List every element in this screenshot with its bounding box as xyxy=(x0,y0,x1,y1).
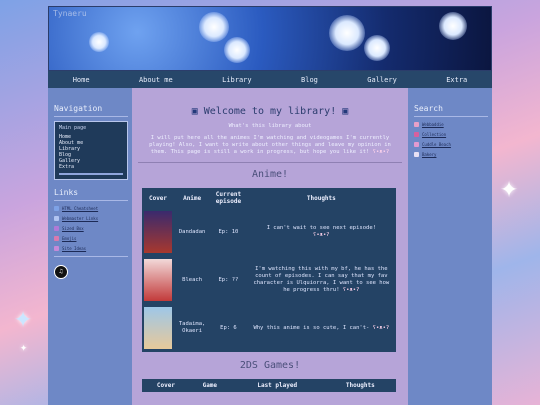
blossom-decoration xyxy=(89,32,109,52)
anime-episode: Ep: 10 xyxy=(218,228,239,235)
bow-icon xyxy=(414,132,419,137)
header-last-played: Last played xyxy=(257,382,298,389)
nav-gallery[interactable]: Gallery xyxy=(367,76,397,84)
globe-icon xyxy=(54,216,59,221)
link-html-cheatsheet[interactable]: HTML Cheatsheet xyxy=(54,206,128,211)
anime-cover-image xyxy=(144,211,172,253)
site-container: Tynaeru Home About me Library Blog Galle… xyxy=(48,6,492,405)
bear-icon: ʕ•ᴥ•ʔ xyxy=(313,232,330,238)
link-bakery[interactable]: Bakery xyxy=(414,152,488,157)
header-cover: Cover xyxy=(148,194,168,202)
anime-thoughts: I'm watching this with my bf, he has the… xyxy=(253,266,390,293)
navigation-box: Main page Home About me Library Blog Gal… xyxy=(54,121,128,180)
anime-table: Cover Anime Current episode Thoughts Dan… xyxy=(142,188,396,352)
gem-icon xyxy=(54,226,59,231)
header-episode: Current episode xyxy=(215,191,242,205)
header-banner: Tynaeru xyxy=(48,6,492,71)
search-heading: Search xyxy=(414,104,443,113)
site-name: Tynaeru xyxy=(53,9,87,18)
navbox-title: Main page xyxy=(59,125,87,131)
nav-home[interactable]: Home xyxy=(73,76,90,84)
anime-thoughts: Why this anime is so cute, I can't- ʕ•ᴥ•… xyxy=(253,324,390,331)
link-sized-box[interactable]: Sized Box xyxy=(54,226,128,231)
anime-name: Bleach xyxy=(182,276,203,283)
blossom-decoration xyxy=(329,15,365,51)
sparkle-icon: ✦ xyxy=(500,170,519,205)
nav-extra[interactable]: Extra xyxy=(446,76,467,84)
intro-text: I will put here all the animes I'm watch… xyxy=(149,135,391,155)
page-title: ▣ Welcome to my library! ▣ xyxy=(191,106,349,117)
sparkle-icon: ✦ xyxy=(20,340,28,354)
links-heading: Links xyxy=(54,188,79,197)
anime-thoughts: I can't wait to see next episode! ʕ•ᴥ•ʔ xyxy=(266,225,376,238)
anime-name: Dandadan xyxy=(178,228,206,235)
anime-cover-image xyxy=(144,307,172,349)
header-game: Game xyxy=(202,382,218,389)
anime-cover-image xyxy=(144,259,172,301)
navbox-item[interactable]: Extra xyxy=(59,164,123,170)
blossom-decoration xyxy=(364,35,390,61)
sparkle-icon: ✦ xyxy=(14,300,33,335)
sparkle-icon: ▣ xyxy=(342,106,349,117)
shell-icon xyxy=(414,142,419,147)
heart-icon xyxy=(54,236,59,241)
header-thoughts: Thoughts xyxy=(306,194,336,202)
page-subtitle: What's this library about xyxy=(228,123,312,129)
table-row: Dandadan Ep: 10 I can't wait to see next… xyxy=(142,208,396,256)
link-collection[interactable]: Collection xyxy=(414,132,488,137)
top-nav: Home About me Library Blog Gallery Extra xyxy=(48,71,492,89)
table-header-row: Cover Anime Current episode Thoughts xyxy=(142,188,396,208)
anime-episode: Ep: ?? xyxy=(218,276,239,283)
nav-about[interactable]: About me xyxy=(139,76,173,84)
bulb-icon xyxy=(54,246,59,251)
blossom-decoration xyxy=(439,12,467,40)
bear-icon: ʕ•ᴥ•ʔ xyxy=(372,324,390,331)
header-anime: Anime xyxy=(183,194,202,202)
music-button[interactable]: ♫ xyxy=(54,265,68,279)
games-heading: 2DS Games! xyxy=(239,360,301,371)
nav-library[interactable]: Library xyxy=(222,76,252,84)
link-webbaddie[interactable]: Webbaddie xyxy=(414,122,488,127)
games-table: Cover Game Last played Thoughts xyxy=(142,379,396,392)
table-header-row: Cover Game Last played Thoughts xyxy=(142,379,396,392)
anime-episode: Ep: 6 xyxy=(220,324,237,331)
table-row: Bleach Ep: ?? I'm watching this with my … xyxy=(142,256,396,304)
blossom-decoration xyxy=(224,37,250,63)
bear-icon: ʕ•ᴥ•ʔ xyxy=(342,287,360,293)
blossom-decoration xyxy=(199,12,229,42)
cursor-icon xyxy=(414,122,419,127)
link-webmaster[interactable]: Webmaster Links xyxy=(54,216,128,221)
left-sidebar: Navigation Main page Home About me Libra… xyxy=(48,88,132,405)
navbox-scrollbar[interactable] xyxy=(59,173,123,175)
anime-name: Tadaima, Okaeri xyxy=(178,321,206,334)
anime-heading: Anime! xyxy=(251,169,289,180)
table-row: Tadaima, Okaeri Ep: 6 Why this anime is … xyxy=(142,304,396,352)
link-emojis[interactable]: Emojis xyxy=(54,236,128,241)
navigation-heading: Navigation xyxy=(54,104,103,113)
link-site-ideas[interactable]: Site Ideas xyxy=(54,246,128,251)
cake-icon xyxy=(414,152,419,157)
bear-icon: ʕ•ᴥ•ʔ xyxy=(372,149,390,155)
right-sidebar: Search Webbaddie Collection Cuddle Beach… xyxy=(408,88,492,405)
document-icon xyxy=(54,206,59,211)
main-content: ▣ Welcome to my library! ▣ What's this l… xyxy=(132,88,408,405)
sparkle-icon: ▣ xyxy=(191,106,198,117)
header-thoughts: Thoughts xyxy=(345,382,375,389)
nav-blog[interactable]: Blog xyxy=(301,76,318,84)
header-cover: Cover xyxy=(156,382,175,389)
link-cuddle-beach[interactable]: Cuddle Beach xyxy=(414,142,488,147)
